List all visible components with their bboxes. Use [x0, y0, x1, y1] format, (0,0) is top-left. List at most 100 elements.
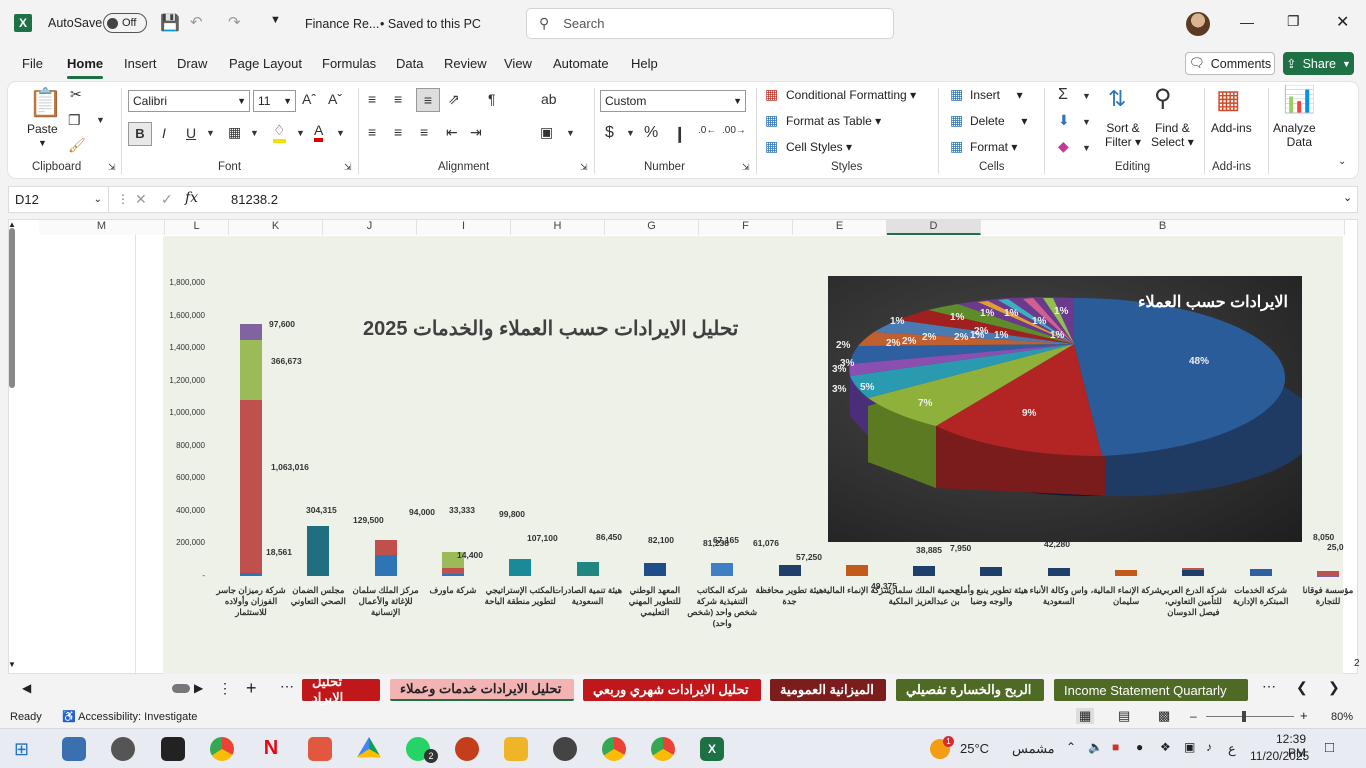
tray-chevron-icon[interactable]: ⌃: [1066, 740, 1076, 754]
currency-dropdown-icon[interactable]: ▼: [626, 128, 635, 138]
font-color-dropdown-icon[interactable]: ▼: [336, 128, 345, 138]
zoom-slider[interactable]: [1206, 716, 1294, 717]
minimize-icon[interactable]: —: [1240, 14, 1254, 30]
speaker-icon[interactable]: ♪: [1206, 740, 1212, 754]
number-format-select[interactable]: Custom ▼: [600, 90, 746, 112]
addins-icon[interactable]: ▦: [1216, 84, 1241, 115]
bar-segment[interactable]: [1047, 567, 1070, 576]
analyze-data-button[interactable]: Analyze Data: [1273, 121, 1316, 149]
insert-function-icon[interactable]: fx: [185, 190, 198, 206]
chrome-3-icon[interactable]: [651, 737, 675, 761]
tab-draw[interactable]: Draw: [177, 56, 207, 71]
sheet-tab-6[interactable]: Income Statement Quartarly: [1054, 679, 1248, 701]
col-header-k[interactable]: K: [229, 220, 323, 235]
autosave-toggle[interactable]: Off: [103, 13, 147, 33]
percent-icon[interactable]: %: [644, 124, 658, 142]
sheet-tab-5[interactable]: الربح والخسارة تفصيلي: [896, 679, 1044, 701]
increase-decimal-icon[interactable]: .0←: [698, 125, 716, 136]
bar-segment[interactable]: [980, 566, 1003, 576]
media-icon[interactable]: [553, 737, 577, 761]
tab-view[interactable]: View: [504, 56, 532, 71]
bar-segment[interactable]: [1317, 574, 1339, 577]
col-header-l[interactable]: L: [165, 220, 229, 235]
comma-icon[interactable]: ❙: [673, 124, 686, 144]
format-table-icon[interactable]: ▦: [765, 112, 778, 129]
sheet-tab-2[interactable]: تحليل الايرادات خدمات وعملاء: [390, 679, 574, 701]
col-header-j[interactable]: J: [323, 220, 417, 235]
sort-filter-icon[interactable]: ⇅: [1108, 86, 1126, 112]
bar-segment[interactable]: [1182, 569, 1205, 576]
notification-icon[interactable]: □: [1325, 739, 1334, 756]
pie-chart[interactable]: الايرادات حسب العملاء 48% 9% 7% 5% 3% 3% 3% 2% 2…: [828, 276, 1302, 542]
cell-styles-button[interactable]: Cell Styles ▾: [786, 140, 852, 154]
clear-dropdown-icon[interactable]: ▼: [1082, 143, 1091, 153]
page-layout-view-icon[interactable]: ▤: [1118, 708, 1130, 724]
find-select-icon[interactable]: ⚲: [1154, 84, 1172, 113]
save-icon[interactable]: 💾: [160, 13, 180, 33]
name-box[interactable]: D12 ⌄: [9, 187, 109, 212]
align-top-icon[interactable]: ≡: [368, 91, 376, 107]
font-name-select[interactable]: Calibri ▼: [128, 90, 250, 112]
borders-dropdown-icon[interactable]: ▼: [250, 128, 259, 138]
font-size-select[interactable]: 11 ▼: [253, 90, 296, 112]
new-sheet-icon[interactable]: +: [246, 678, 257, 699]
tabs-ellipsis-icon[interactable]: ⋯: [280, 678, 294, 695]
comments-button[interactable]: 🗨 Comments: [1185, 52, 1275, 75]
bar-segment[interactable]: [240, 324, 262, 341]
wrap-text-icon[interactable]: ab: [541, 91, 557, 107]
expand-formula-icon[interactable]: ⌄: [1343, 191, 1352, 204]
bar-segment[interactable]: [374, 554, 397, 576]
tray-app3-icon[interactable]: ❖: [1160, 740, 1171, 754]
app-icon[interactable]: [161, 737, 185, 761]
accessibility-status[interactable]: ♿ Accessibility: Investigate: [62, 710, 197, 723]
analyze-data-icon[interactable]: 📊: [1283, 84, 1315, 115]
bar-segment[interactable]: [374, 539, 397, 555]
insert-cells-button[interactable]: Insert ▾: [970, 88, 1023, 102]
col-header-m[interactable]: M: [39, 220, 165, 235]
copy-icon[interactable]: ❐: [68, 112, 81, 129]
font-launcher-icon[interactable]: ⇲: [344, 162, 352, 173]
alignment-launcher-icon[interactable]: ⇲: [580, 162, 588, 173]
number-launcher-icon[interactable]: ⇲: [742, 162, 750, 173]
vertical-scrollbar[interactable]: [9, 228, 15, 388]
drive-icon[interactable]: [357, 737, 381, 758]
align-bottom-icon[interactable]: ≡: [416, 88, 440, 112]
bar-segment[interactable]: [240, 399, 262, 573]
autosum-icon[interactable]: Σ: [1058, 86, 1068, 104]
normal-view-icon[interactable]: ▦: [1076, 708, 1095, 724]
zoom-out-icon[interactable]: –: [1190, 709, 1197, 723]
tray-app2-icon[interactable]: ●: [1136, 740, 1143, 754]
font-color-icon[interactable]: A: [314, 122, 324, 142]
format-cells-icon[interactable]: ▦: [950, 138, 963, 155]
conditional-formatting-button[interactable]: Conditional Formatting ▾: [786, 88, 916, 102]
col-header-g[interactable]: G: [605, 220, 699, 235]
tray-app4-icon[interactable]: ▣: [1184, 740, 1195, 754]
underline-dropdown-icon[interactable]: ▼: [206, 128, 215, 138]
decrease-indent-icon[interactable]: ⇤: [446, 124, 458, 141]
camera-icon[interactable]: [111, 737, 135, 761]
currency-icon[interactable]: $: [605, 124, 614, 142]
cut-icon[interactable]: ✂: [70, 86, 82, 103]
format-painter-icon[interactable]: 🖌: [68, 137, 86, 154]
delete-cells-icon[interactable]: ▦: [950, 112, 963, 129]
close-icon[interactable]: ✕: [1336, 12, 1349, 32]
copy-dropdown-icon[interactable]: ▼: [96, 115, 105, 125]
insert-cells-icon[interactable]: ▦: [950, 86, 963, 103]
col-header-i[interactable]: I: [417, 220, 511, 235]
netflix-icon[interactable]: N: [259, 737, 283, 761]
sheet-tab-3[interactable]: تحليل الايرادات شهري وربعي: [583, 679, 761, 701]
format-cells-button[interactable]: Format ▾: [970, 140, 1017, 154]
undo-icon[interactable]: ↶: [190, 13, 203, 31]
tab-help[interactable]: Help: [631, 56, 658, 71]
input-language[interactable]: ع: [1228, 741, 1236, 757]
bar-segment[interactable]: [240, 572, 262, 576]
clear-icon[interactable]: ◆: [1058, 138, 1069, 155]
volume-icon[interactable]: 🔈: [1088, 740, 1103, 754]
tab-page-layout[interactable]: Page Layout: [229, 56, 302, 71]
bar-segment[interactable]: [307, 526, 330, 576]
tab-review[interactable]: Review: [444, 56, 487, 71]
tab-automate[interactable]: Automate: [553, 56, 609, 71]
excel-taskbar-icon[interactable]: X: [700, 737, 724, 761]
chrome-2-icon[interactable]: [602, 737, 626, 761]
increase-indent-icon[interactable]: ⇥: [470, 124, 482, 141]
